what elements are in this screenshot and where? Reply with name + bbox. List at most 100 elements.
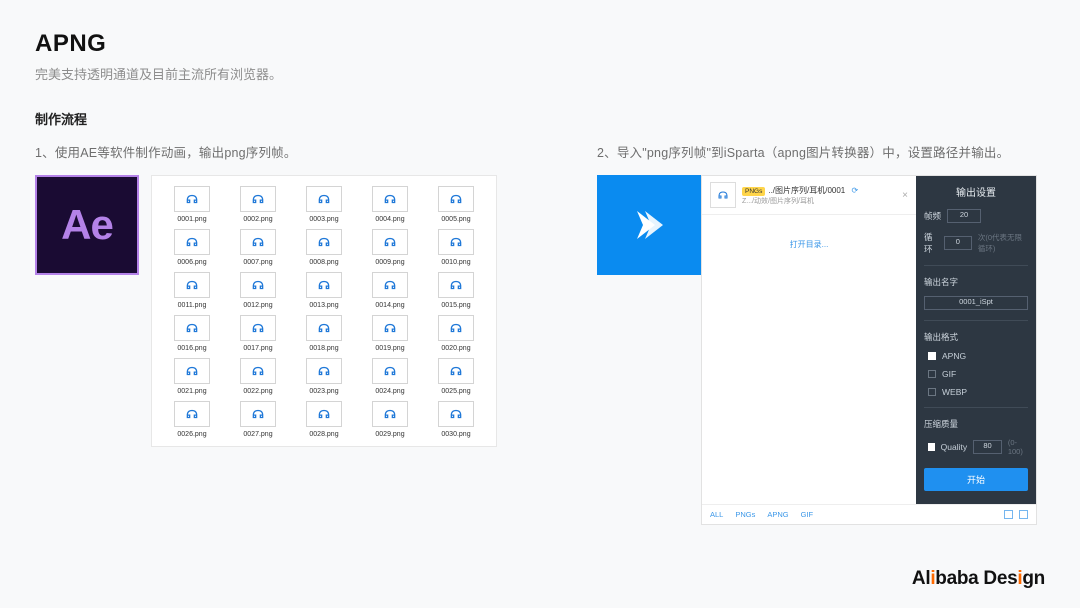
headphones-icon	[372, 358, 408, 384]
file-item[interactable]: 0003.png	[296, 186, 352, 223]
open-directory-link[interactable]: 打开目录...	[702, 215, 916, 504]
webp-checkbox[interactable]	[928, 388, 936, 396]
file-item[interactable]: 0006.png	[164, 229, 220, 266]
filter-gif[interactable]: GIF	[801, 510, 814, 519]
filter-apng[interactable]: APNG	[767, 510, 788, 519]
quality-input[interactable]: 80	[973, 440, 1002, 454]
file-name: 0011.png	[178, 302, 207, 309]
file-item[interactable]: 0015.png	[428, 272, 484, 309]
headphones-icon	[372, 401, 408, 427]
file-name: 0001.png	[177, 216, 206, 223]
headphones-icon	[306, 186, 342, 212]
brand-label: Alibaba Design	[912, 568, 1045, 590]
step-1: 1、使用AE等软件制作动画，输出png序列帧。 Ae 0001.png0002.…	[35, 142, 497, 525]
file-item[interactable]: 0014.png	[362, 272, 418, 309]
file-item[interactable]: 0002.png	[230, 186, 286, 223]
file-item[interactable]: 0030.png	[428, 401, 484, 438]
file-item[interactable]: 0017.png	[230, 315, 286, 352]
file-name: 0005.png	[441, 216, 470, 223]
loop-input[interactable]: 0	[944, 236, 972, 250]
file-item[interactable]: 0011.png	[164, 272, 220, 309]
file-item[interactable]: 0027.png	[230, 401, 286, 438]
headphones-icon	[438, 229, 474, 255]
file-item[interactable]: 0001.png	[164, 186, 220, 223]
file-item[interactable]: 0029.png	[362, 401, 418, 438]
step-2-text: 2、导入"png序列帧"到iSparta（apng图片转换器）中，设置路径并输出…	[597, 142, 1045, 161]
file-item[interactable]: 0028.png	[296, 401, 352, 438]
file-item[interactable]: 0008.png	[296, 229, 352, 266]
file-name: 0030.png	[441, 431, 470, 438]
headphones-icon	[240, 315, 276, 341]
file-item[interactable]: 0013.png	[296, 272, 352, 309]
file-name: 0027.png	[243, 431, 272, 438]
isparta-list-item[interactable]: PNGs../图片序列/耳机/0001 ⟳ Z.../动效/图片序列/耳机 ×	[702, 176, 916, 215]
file-name: 0010.png	[441, 259, 470, 266]
loop-label: 循环	[924, 231, 938, 255]
file-name: 0004.png	[375, 216, 404, 223]
headphones-icon	[438, 186, 474, 212]
file-name: 0007.png	[243, 259, 272, 266]
isparta-footer: ALL PNGs APNG GIF	[702, 504, 1036, 524]
headphones-icon	[372, 229, 408, 255]
filter-all[interactable]: ALL	[710, 510, 723, 519]
file-item[interactable]: 0004.png	[362, 186, 418, 223]
headphones-icon	[240, 272, 276, 298]
item-remove-icon[interactable]: ×	[902, 190, 908, 201]
footer-icon-1[interactable]	[1004, 510, 1013, 519]
file-item[interactable]: 0020.png	[428, 315, 484, 352]
file-name: 0012.png	[243, 302, 272, 309]
fps-input[interactable]: 20	[947, 209, 981, 223]
fmt-apng: APNG	[942, 351, 966, 361]
file-item[interactable]: 0009.png	[362, 229, 418, 266]
headphones-icon	[306, 315, 342, 341]
page-title: APNG	[35, 30, 1045, 58]
file-item[interactable]: 0025.png	[428, 358, 484, 395]
file-item[interactable]: 0018.png	[296, 315, 352, 352]
file-item[interactable]: 0012.png	[230, 272, 286, 309]
fmt-gif: GIF	[942, 369, 956, 379]
quality-hint: (0-100)	[1008, 438, 1028, 456]
file-name: 0026.png	[177, 431, 206, 438]
headphones-icon	[174, 315, 210, 341]
item-path: ../图片序列/耳机/0001	[768, 186, 845, 195]
quality-checkbox[interactable]	[928, 443, 935, 451]
headphones-icon	[438, 358, 474, 384]
file-item[interactable]: 0007.png	[230, 229, 286, 266]
apng-checkbox[interactable]	[928, 352, 936, 360]
file-item[interactable]: 0019.png	[362, 315, 418, 352]
headphones-icon	[174, 229, 210, 255]
isparta-file-list: PNGs../图片序列/耳机/0001 ⟳ Z.../动效/图片序列/耳机 × …	[702, 176, 916, 504]
file-name: 0029.png	[375, 431, 404, 438]
gif-checkbox[interactable]	[928, 370, 936, 378]
filter-pngs[interactable]: PNGs	[735, 510, 755, 519]
file-item[interactable]: 0016.png	[164, 315, 220, 352]
footer-icon-2[interactable]	[1019, 510, 1028, 519]
headphones-icon	[372, 315, 408, 341]
file-name: 0015.png	[441, 302, 470, 309]
headphones-icon	[306, 229, 342, 255]
headphones-icon	[240, 358, 276, 384]
file-item[interactable]: 0026.png	[164, 401, 220, 438]
item-refresh-icon[interactable]: ⟳	[852, 186, 859, 195]
file-name: 0022.png	[243, 388, 272, 395]
chevron-logo-icon	[625, 201, 673, 249]
section-label: 制作流程	[35, 109, 1045, 128]
step-2: 2、导入"png序列帧"到iSparta（apng图片转换器）中，设置路径并输出…	[597, 142, 1045, 525]
file-name: 0014.png	[375, 302, 404, 309]
file-name: 0002.png	[243, 216, 272, 223]
file-item[interactable]: 0010.png	[428, 229, 484, 266]
start-button[interactable]: 开始	[924, 468, 1028, 491]
headphones-icon	[306, 401, 342, 427]
file-item[interactable]: 0022.png	[230, 358, 286, 395]
headphones-icon	[174, 186, 210, 212]
file-item[interactable]: 0024.png	[362, 358, 418, 395]
png-sequence-grid: 0001.png 0002.png 0003.png 0004.png 0005.png…	[151, 175, 497, 447]
output-name-input[interactable]: 0001_iSpt	[924, 296, 1028, 310]
file-name: 0003.png	[309, 216, 338, 223]
file-name: 0021.png	[177, 388, 206, 395]
file-item[interactable]: 0005.png	[428, 186, 484, 223]
file-item[interactable]: 0021.png	[164, 358, 220, 395]
headphones-icon	[240, 229, 276, 255]
headphones-icon	[174, 272, 210, 298]
file-item[interactable]: 0023.png	[296, 358, 352, 395]
